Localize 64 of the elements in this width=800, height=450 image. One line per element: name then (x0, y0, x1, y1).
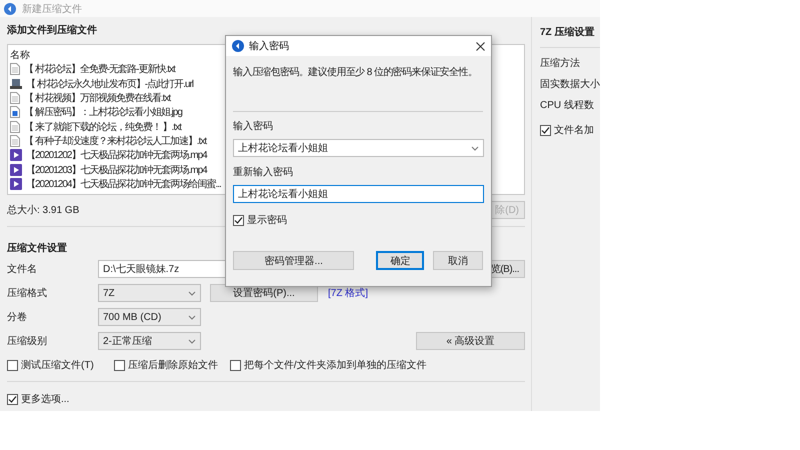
document-icon (10, 63, 20, 76)
dialog-button[interactable]: 密码管理器... (233, 251, 354, 270)
dialog-button[interactable]: 取消 (433, 251, 483, 270)
app-icon (232, 40, 244, 52)
total-size: 总大小: 3.91 GB (7, 204, 80, 217)
file-name[interactable]: 【20201203】七天极品探花加钟无套两场.mp4 (26, 162, 207, 177)
video-file-icon (10, 149, 22, 162)
section-heading: 添加文件到压缩文件 (7, 24, 98, 38)
dialog-title: 输入密码 (249, 40, 289, 53)
setting-label: CPU 线程数 (540, 98, 595, 113)
setting-label: 固实数据大小 (540, 78, 600, 92)
password-field[interactable]: 上村花论坛看小姐姐 (233, 139, 484, 157)
format-link[interactable]: [7Z 格式] (328, 286, 368, 300)
checkbox[interactable] (7, 394, 18, 404)
checkbox-label[interactable]: 把每个文件/文件夹添加到单独的压缩文件 (244, 358, 427, 372)
file-name[interactable]: 【 解压密码】：上村花论坛看小姐姐.jpg (24, 105, 182, 120)
checkbox-label[interactable]: 测试压缩文件(T) (21, 358, 94, 372)
column-header[interactable]: 名称 (10, 48, 30, 62)
checkbox[interactable] (540, 124, 551, 136)
document-icon (10, 92, 20, 104)
field-label: 文件名 (7, 262, 38, 276)
dialog-button[interactable]: 确定 (376, 251, 424, 270)
file-name[interactable]: 【20201204】七天极品探花加钟无套两场给闺蜜... (26, 176, 221, 191)
video-file-icon (10, 178, 22, 190)
checkbox[interactable] (7, 360, 18, 370)
caret-icon (188, 314, 196, 320)
compression-dropdown[interactable]: 2-正常压缩 (98, 332, 201, 350)
image-file-icon (10, 106, 20, 118)
field-label: 输入密码 (233, 120, 274, 134)
checkbox[interactable] (114, 360, 125, 370)
file-name[interactable]: 【 来了就能下载的论坛，纯免费！ 】.txt (24, 120, 181, 134)
field-label: 压缩级别 (7, 334, 48, 348)
checkbox-label[interactable]: 压缩后删除原始文件 (128, 358, 218, 372)
dialog-message: 输入压缩包密码。建议使用至少 8 位的密码来保证安全性。 (233, 66, 478, 80)
checkbox[interactable] (230, 360, 241, 370)
document-icon (10, 134, 20, 147)
caret-icon (471, 146, 479, 150)
advanced-settings-button[interactable]: « 高级设置 (416, 332, 525, 350)
file-name[interactable]: 【 有种子却没速度？来村花论坛人工加速】.txt (24, 134, 206, 148)
panel-title: 7Z 压缩设置 (540, 26, 596, 40)
file-name[interactable]: 【 村花论坛】全免费-无套路-更新快.txt (24, 62, 175, 76)
window-title: 新建压缩文件 (22, 2, 82, 16)
checkbox[interactable] (233, 214, 244, 226)
field-label: 压缩格式 (7, 286, 48, 300)
document-icon (10, 120, 20, 133)
file-name[interactable]: 【20201202】七天极品探花加钟无套两场.mp4 (26, 148, 207, 162)
file-name[interactable]: 【 村花论坛永久地址发布页】-点此打开.url (26, 76, 193, 91)
app-icon (4, 2, 16, 14)
caret-icon (188, 338, 196, 344)
shortcut-icon (10, 78, 22, 90)
section-heading: 压缩文件设置 (7, 242, 68, 256)
close-icon[interactable] (476, 42, 485, 50)
format-dropdown[interactable]: 7Z (98, 284, 201, 302)
checkbox-label[interactable]: 更多选项... (21, 392, 70, 406)
checkbox-label[interactable]: 文件名加 (554, 123, 594, 137)
field-label: 重新输入密码 (233, 166, 294, 180)
confirm-password-field[interactable]: 上村花论坛看小姐姐 (233, 185, 484, 203)
file-name[interactable]: 【 村花视频】万部视频免费在线看.txt (24, 91, 170, 106)
caret-icon (188, 290, 196, 296)
video-file-icon (10, 164, 22, 176)
field-label: 分卷 (7, 311, 28, 324)
volume-dropdown[interactable]: 700 MB (CD) (98, 308, 201, 326)
checkbox-label[interactable]: 显示密码 (247, 213, 287, 227)
setting-label: 压缩方法 (540, 56, 581, 71)
